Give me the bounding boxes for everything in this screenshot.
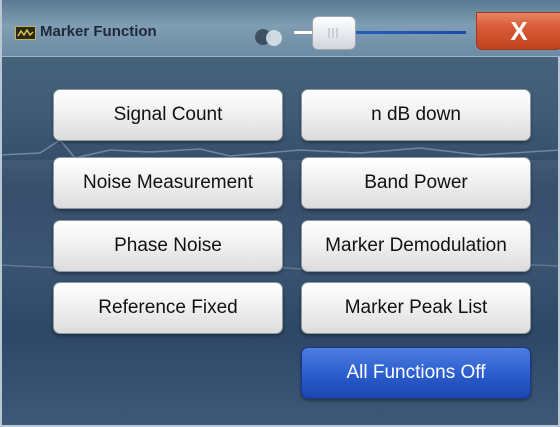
app-icon	[15, 26, 36, 40]
noise-measurement-button[interactable]: Noise Measurement	[53, 157, 283, 209]
dialog-title-bar[interactable]: Marker Function X	[2, 0, 560, 57]
signal-count-button[interactable]: Signal Count	[53, 89, 283, 141]
marker-peak-list-button[interactable]: Marker Peak List	[301, 282, 531, 334]
marker-demodulation-button[interactable]: Marker Demodulation	[301, 220, 531, 272]
dialog-title: Marker Function	[40, 23, 157, 40]
band-power-button[interactable]: Band Power	[301, 157, 531, 209]
transparency-slider[interactable]	[294, 16, 466, 50]
transparency-icon	[255, 29, 282, 46]
marker-function-dialog: Marker Function X Signal Count Noise Mea…	[0, 0, 560, 427]
phase-noise-button[interactable]: Phase Noise	[53, 220, 283, 272]
close-icon: X	[510, 16, 528, 46]
reference-fixed-button[interactable]: Reference Fixed	[53, 282, 283, 334]
n-db-down-button[interactable]: n dB down	[301, 89, 531, 141]
all-functions-off-button[interactable]: All Functions Off	[301, 347, 531, 399]
close-button[interactable]: X	[476, 12, 560, 50]
slider-thumb[interactable]	[312, 16, 356, 50]
